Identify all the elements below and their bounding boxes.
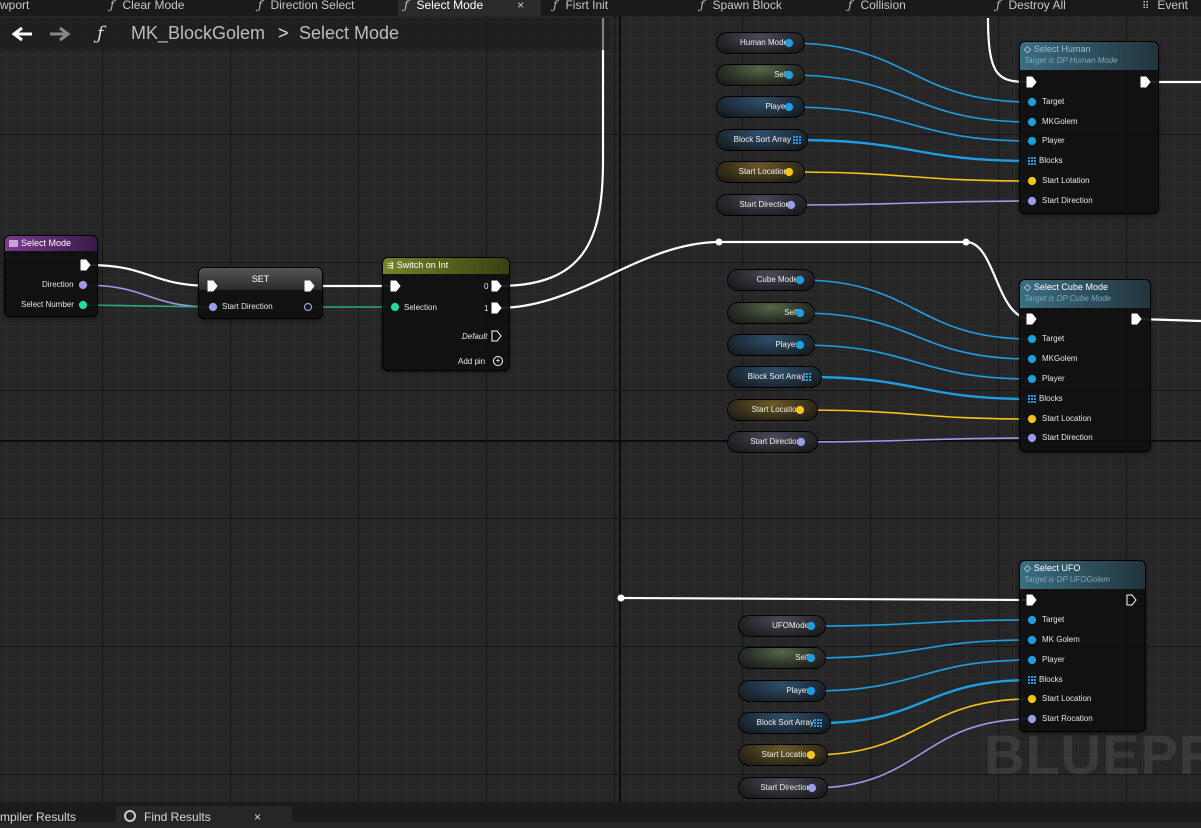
exec-out-pin[interactable] [304,280,315,292]
mkgolem-pin[interactable] [1027,354,1037,364]
reroute-knot[interactable] [617,594,625,602]
start-location-pin[interactable] [1027,694,1037,704]
exec-out-pin[interactable] [1140,76,1151,88]
variable-output-pin[interactable] [795,405,805,415]
variable-output-pin[interactable] [806,621,816,631]
mkgolem-pin[interactable] [1027,117,1037,127]
exec-in-pin[interactable] [1026,76,1037,88]
selection-pin[interactable] [390,302,400,312]
variable-array-pin[interactable] [803,373,811,381]
start-direction-out-pin[interactable] [303,302,313,312]
start-location-pin[interactable] [1027,414,1037,424]
tab-find-results[interactable]: Find Results × [116,806,292,824]
case-1-pin[interactable] [491,302,502,314]
case-0-pin[interactable] [491,280,502,292]
variable-output-pin[interactable] [784,38,794,48]
blocks-array-pin[interactable] [1028,157,1036,165]
reroute-knot[interactable] [962,238,970,246]
blocks-array-pin[interactable] [1028,395,1036,403]
close-icon[interactable]: × [254,806,261,828]
variable-output-pin[interactable] [784,167,794,177]
exec-out-pin[interactable] [1131,313,1142,325]
reroute-knot[interactable] [715,238,723,246]
variable-output-pin[interactable] [796,437,806,447]
blocks-array-pin[interactable] [1028,676,1036,684]
variable-output-pin[interactable] [786,200,796,210]
exec-out-pin[interactable] [1126,594,1137,606]
variable-output-pin[interactable] [807,783,817,793]
exec-in-pin[interactable] [1026,313,1037,325]
exec-in-pin[interactable] [390,280,401,292]
variable-output-pin[interactable] [795,275,805,285]
variable-output-pin[interactable] [795,308,805,318]
start-lotation-pin[interactable] [1027,176,1037,186]
variable-output-pin[interactable] [795,340,805,350]
variable-output-pin[interactable] [806,653,816,663]
exec-in-pin[interactable] [207,280,218,292]
tab-compiler-results[interactable]: mpiler Results [0,806,76,824]
variable-array-pin[interactable] [793,136,801,144]
start-rocation-pin[interactable] [1027,714,1037,724]
direction-pin[interactable] [78,280,88,290]
start-direction-in-pin[interactable] [208,302,218,312]
default-pin[interactable] [491,330,502,342]
target-pin[interactable] [1027,97,1037,107]
variable-output-pin[interactable] [806,750,816,760]
variable-output-pin[interactable] [806,686,816,696]
player-pin[interactable] [1027,374,1037,384]
start-direction-pin[interactable] [1027,196,1037,206]
exec-in-pin[interactable] [1026,594,1037,606]
variable-array-pin[interactable] [814,719,822,727]
exec-out-pin[interactable] [80,259,91,271]
pin-layer [78,38,1151,793]
player-pin[interactable] [1027,655,1037,665]
target-pin[interactable] [1027,615,1037,625]
target-pin[interactable] [1027,334,1037,344]
variable-output-pin[interactable] [784,70,794,80]
select-number-pin[interactable] [78,300,88,310]
mk-golem-pin[interactable] [1027,635,1037,645]
search-icon [124,810,136,822]
start-direction-pin[interactable] [1027,433,1037,443]
player-pin[interactable] [1027,136,1037,146]
variable-output-pin[interactable] [784,102,794,112]
